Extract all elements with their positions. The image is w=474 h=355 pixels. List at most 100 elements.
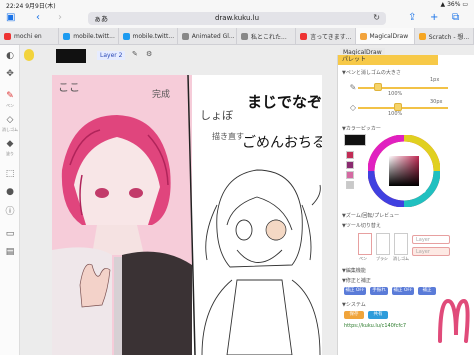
share-button[interactable]: 共有: [368, 311, 388, 319]
tool-pen-button[interactable]: [358, 233, 372, 255]
browser-tab[interactable]: 言ってきます...: [296, 28, 356, 44]
hand-shake-button[interactable]: 手振れ: [370, 287, 388, 295]
address-bar[interactable]: ぁあ draw.kuku.lu ↻: [88, 12, 386, 25]
correction-button[interactable]: 補正: [418, 287, 436, 295]
eraser-label: 消しゴム: [2, 127, 18, 132]
browser-tab[interactable]: mobile.twitt...: [119, 28, 178, 44]
forward-icon[interactable]: ›: [58, 12, 62, 24]
section-pen-size: ▼ペンと消しゴムの大きさ: [342, 70, 401, 76]
save-button[interactable]: 保存: [344, 311, 364, 319]
back-icon[interactable]: ‹: [36, 12, 40, 24]
eraser-icon[interactable]: ◇: [3, 113, 17, 127]
color-wheel[interactable]: [368, 135, 440, 207]
section-fix: ▼修正と補正: [342, 278, 371, 284]
section-tools: ▼ツール切り替え: [342, 223, 381, 229]
tab-label: mobile.twitt...: [132, 32, 175, 40]
palette-icon[interactable]: ◐: [3, 49, 17, 63]
dropper-icon[interactable]: ⓘ: [3, 205, 17, 219]
url-text: draw.kuku.lu: [214, 14, 260, 22]
layer-thumbnail[interactable]: [24, 49, 34, 61]
app-logo: [438, 298, 470, 343]
canvas-note: しょぼ: [200, 109, 233, 122]
reload-icon[interactable]: ↻: [373, 13, 380, 22]
favicon: [4, 32, 11, 40]
canvas-note: 描き直す: [212, 131, 244, 141]
tab-label: 私とこれた...: [251, 33, 287, 41]
eraser-size-slider-track[interactable]: [358, 107, 448, 109]
tab-label: mochi en: [14, 32, 42, 40]
color-swatch[interactable]: [346, 151, 354, 159]
tool-eraser-button[interactable]: [394, 233, 408, 255]
tab-label: Scratch - 想...: [428, 33, 470, 41]
tool-label: ペン: [359, 256, 367, 261]
favicon: [359, 32, 367, 40]
browser-tab[interactable]: 私とこれた...: [237, 28, 297, 44]
magicaldraw-app: ◐ ✥ ✎ ペン ◇ 消しゴム ◆ 塗り ⬚ ● ⓘ ▭ ▤ Layer 2 ✎…: [0, 45, 474, 355]
pen-size-slider-track[interactable]: [358, 87, 448, 89]
tab-bar: mochi en mobile.twitt... mobile.twitt...…: [0, 28, 474, 45]
favicon: [300, 32, 308, 40]
canvas-top-strip: Layer 2 ✎ ⚙: [20, 45, 336, 65]
tool-label: ブラシ: [376, 256, 388, 261]
share-link[interactable]: https://kuku.lu/c140fcfc7: [344, 323, 406, 329]
color-swatch[interactable]: [346, 171, 354, 179]
current-color-swatch[interactable]: [344, 134, 366, 146]
new-tab-icon[interactable]: +: [430, 12, 438, 24]
safari-toolbar: ▣ ‹ › ぁあ draw.kuku.lu ↻ ⇪ + ⧉: [0, 9, 474, 28]
tool-brush-button[interactable]: [376, 233, 390, 255]
canvas-note: ここ: [58, 81, 80, 94]
share-icon[interactable]: ⇪: [408, 12, 416, 24]
pencil-edit-icon[interactable]: ✎: [132, 50, 138, 58]
current-layer-label[interactable]: Layer 2: [97, 51, 126, 60]
section-color-picker: ▼カラーピッカー: [342, 126, 381, 132]
pen-size-value: 1px: [430, 77, 440, 83]
pen-label: ペン: [6, 103, 14, 108]
drawing-canvas[interactable]: ここ 完成 しょぼ まじでなぞ ごめんおちる 描き直す: [52, 75, 322, 355]
eraser-size-slider-knob[interactable]: [394, 103, 402, 111]
favicon: [241, 32, 248, 40]
layer-settings-icon[interactable]: ⚙: [146, 50, 152, 58]
section-edit: ▼編集機能: [342, 268, 366, 274]
fill-icon[interactable]: ◆: [3, 137, 17, 151]
status-battery: ▲ 36% ▭: [440, 1, 468, 8]
fill-label: 塗り: [6, 151, 14, 156]
canvas-area: ここ 完成 しょぼ まじでなぞ ごめんおちる 描き直す: [20, 65, 336, 355]
favicon: [63, 32, 71, 40]
pen-opacity-value: 100%: [388, 91, 403, 97]
status-bar: 22:24 9月9日(木) ▲ 36% ▭: [0, 0, 474, 10]
browser-tab[interactable]: Animated Gl...: [178, 28, 237, 44]
tab-label: 言ってきます...: [310, 33, 352, 41]
browser-tab[interactable]: mochi en: [0, 28, 60, 44]
color-swatch[interactable]: [346, 161, 354, 169]
select-icon[interactable]: ⬚: [3, 167, 17, 181]
tabs-icon[interactable]: ⧉: [452, 12, 459, 24]
tab-label: mobile.twitt...: [73, 32, 115, 40]
pen-size-slider-knob[interactable]: [374, 83, 382, 91]
move-icon[interactable]: ✥: [3, 67, 17, 81]
eraser-opacity-value: 100%: [388, 111, 403, 117]
color-swatch[interactable]: [346, 181, 354, 189]
favicon: [418, 32, 426, 40]
layer-icon[interactable]: ▭: [3, 227, 17, 241]
eraser-size-value: 30px: [430, 99, 443, 105]
tool-label: 消しゴム: [393, 256, 409, 261]
layer-chip[interactable]: Layer: [412, 247, 450, 256]
section-zoom: ▼ズーム/回転/プレビュー: [342, 213, 400, 219]
browser-tab-active[interactable]: MagicalDraw: [355, 28, 415, 44]
redacted-box: [56, 49, 86, 63]
sidebar-icon[interactable]: ▣: [6, 12, 15, 24]
menu-icon[interactable]: ▤: [3, 245, 17, 259]
stabilizer-button[interactable]: 補正 OFF: [392, 287, 414, 295]
canvas-note: 完成: [152, 88, 170, 100]
tab-label: Animated Gl...: [191, 32, 235, 40]
tab-label: MagicalDraw: [369, 32, 409, 40]
layer-chip[interactable]: Layer: [412, 235, 450, 244]
fix-toggle-button[interactable]: 補正 OFF: [344, 287, 366, 295]
canvas-note: まじでなぞ: [247, 93, 322, 111]
browser-tab[interactable]: mobile.twitt...: [59, 28, 119, 44]
stamp-icon[interactable]: ●: [3, 185, 17, 199]
section-system: ▼システム: [342, 302, 366, 308]
browser-tab[interactable]: Scratch - 想...: [415, 28, 474, 44]
favicon: [122, 32, 130, 40]
pen-icon[interactable]: ✎: [3, 89, 17, 103]
